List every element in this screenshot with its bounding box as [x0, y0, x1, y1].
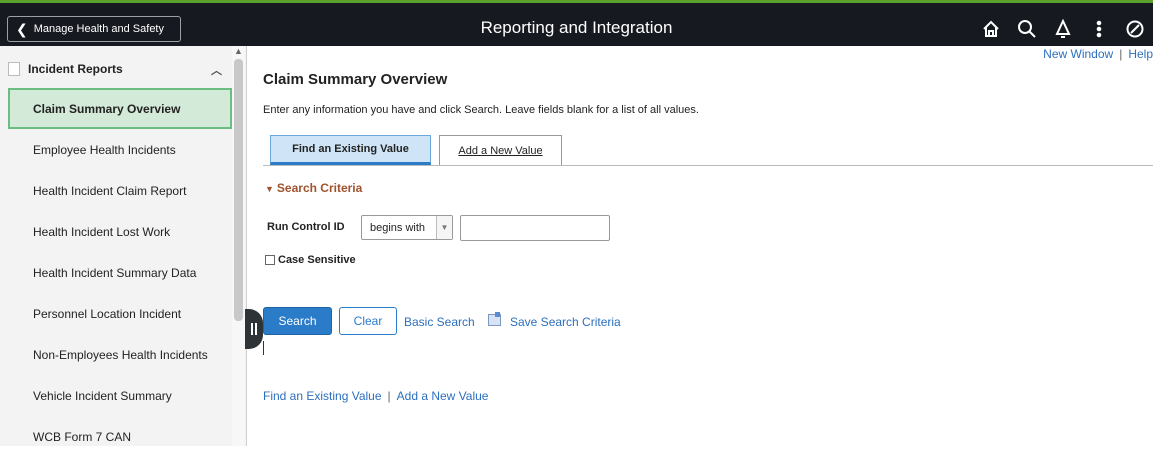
sidebar-scrollbar[interactable]: ▲: [232, 46, 245, 446]
run-control-label: Run Control ID: [267, 221, 345, 233]
page-title: Claim Summary Overview: [263, 71, 448, 88]
clear-button[interactable]: Clear: [339, 307, 397, 335]
scroll-up-arrow-icon[interactable]: ▲: [234, 46, 243, 56]
sidebar-item-health-incident-lost-work[interactable]: Health Incident Lost Work: [8, 211, 232, 252]
bottom-links: Find an Existing Value | Add a New Value: [263, 389, 488, 403]
navbar-icon[interactable]: [1117, 14, 1153, 44]
case-sensitive-label: Case Sensitive: [278, 254, 356, 266]
main-content: New Window | Help Claim Summary Overview E…: [246, 46, 1153, 446]
instructions-text: Enter any information you have and click…: [263, 104, 699, 116]
save-search-icon[interactable]: [488, 312, 501, 326]
run-control-input[interactable]: [460, 215, 610, 241]
sidebar-item-claim-summary-overview[interactable]: Claim Summary Overview: [8, 88, 232, 129]
chevron-down-icon: ▼: [436, 216, 452, 239]
header-icon-bar: [973, 14, 1153, 44]
help-link[interactable]: Help: [1128, 47, 1153, 61]
text-cursor: [263, 341, 264, 355]
tab-add-new-value[interactable]: Add a New Value: [439, 135, 562, 165]
side-panel: Incident Reports ︿ Claim Summary Overvie…: [0, 46, 247, 446]
sidebar-item-non-employees-health-incidents[interactable]: Non-Employees Health Incidents: [8, 334, 232, 375]
top-banner: ❮ Manage Health and Safety Reporting and…: [0, 0, 1153, 46]
sidebar-item-vehicle-incident-summary[interactable]: Vehicle Incident Summary: [8, 375, 232, 416]
new-window-link[interactable]: New Window: [1043, 47, 1113, 61]
search-criteria-title: Search Criteria: [276, 181, 363, 195]
triangle-down-icon: ▼: [265, 184, 274, 194]
search-icon[interactable]: [1009, 14, 1045, 44]
save-search-criteria-link[interactable]: Save Search Criteria: [510, 315, 621, 329]
top-links: New Window | Help: [1043, 47, 1153, 61]
bottom-find-existing-link[interactable]: Find an Existing Value: [263, 389, 382, 403]
search-button[interactable]: Search: [263, 307, 332, 335]
operator-select[interactable]: begins with ▼: [361, 215, 453, 240]
search-criteria-toggle[interactable]: ▼ Search Criteria: [265, 181, 362, 195]
sidebar-item-personnel-location-incident[interactable]: Personnel Location Incident: [8, 293, 232, 334]
case-sensitive-checkbox[interactable]: [265, 255, 275, 265]
tab-add-new-value-label: Add a New Value: [458, 144, 543, 157]
chevron-up-icon[interactable]: ︿: [211, 62, 222, 78]
link-separator: |: [1119, 47, 1123, 61]
sidebar-item-employee-health-incidents[interactable]: Employee Health Incidents: [8, 129, 232, 170]
search-tabs: Find an Existing Value Add a New Value: [263, 135, 1153, 166]
case-sensitive-row[interactable]: Case Sensitive: [265, 254, 356, 266]
sidebar-list: Claim Summary Overview Employee Health I…: [8, 88, 232, 457]
sidebar-item-health-incident-summary-data[interactable]: Health Incident Summary Data: [8, 252, 232, 293]
scrollbar-thumb[interactable]: [234, 59, 243, 321]
link-separator: |: [387, 389, 391, 403]
basic-search-link[interactable]: Basic Search: [404, 315, 475, 329]
notification-bell-icon[interactable]: [1045, 14, 1081, 44]
sidebar-item-health-incident-claim-report[interactable]: Health Incident Claim Report: [8, 170, 232, 211]
sidebar-section-header[interactable]: Incident Reports ︿: [8, 50, 232, 88]
sidebar-item-wcb-form-7-can[interactable]: WCB Form 7 CAN: [8, 416, 232, 457]
sidebar-section-title: Incident Reports: [28, 62, 123, 76]
tab-find-existing-value[interactable]: Find an Existing Value: [270, 135, 431, 165]
operator-select-value: begins with: [370, 221, 426, 234]
actions-menu-icon[interactable]: [1081, 14, 1117, 44]
home-icon[interactable]: [973, 14, 1009, 44]
report-folder-icon: [8, 62, 20, 76]
bottom-add-new-link[interactable]: Add a New Value: [397, 389, 489, 403]
